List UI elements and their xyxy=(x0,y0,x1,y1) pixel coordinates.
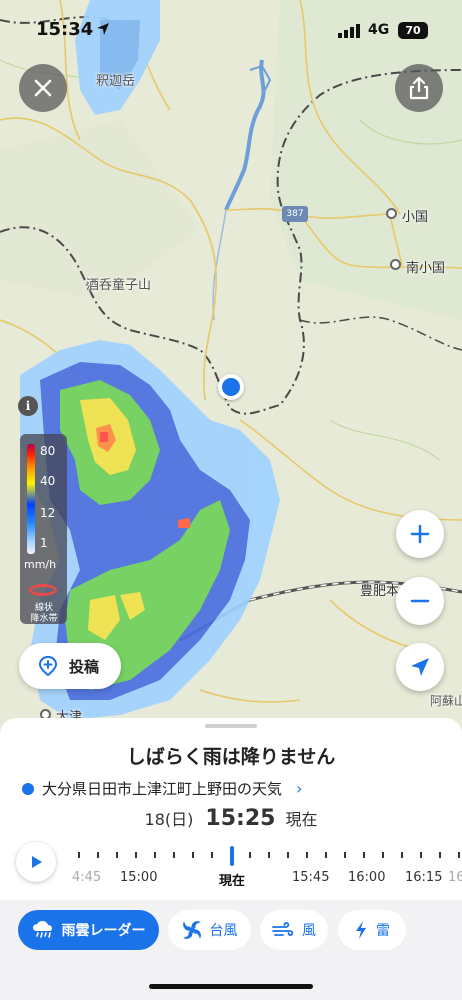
map-label-minamioguni: 南小国 xyxy=(406,261,446,276)
share-button[interactable] xyxy=(395,64,443,112)
radar-datetime: 18(日) 15:25 現在 xyxy=(0,806,462,831)
timeline-tick xyxy=(344,852,346,858)
map-label-shakadake: 釈迦岳 xyxy=(96,74,136,89)
status-time: 15:34 xyxy=(36,19,94,40)
city-dot-oguni xyxy=(386,208,397,219)
timeline-tick xyxy=(116,852,118,858)
rain-forecast-headline: しばらく雨は降りません xyxy=(126,746,336,768)
timeline-tick xyxy=(97,852,99,858)
timeline-tick xyxy=(192,852,194,858)
timeline-tick xyxy=(154,852,156,858)
map-base xyxy=(0,0,462,740)
status-bar: 15:34 4G 70 xyxy=(0,0,462,56)
home-indicator xyxy=(149,984,313,989)
timeline-tick xyxy=(382,852,384,858)
timeline-label: 16:15 xyxy=(405,870,443,885)
location-dot-icon xyxy=(22,782,34,795)
rain-radar-map[interactable]: 釈迦岳 酒呑童子山 小国 南小国 大津 豊肥本 阿蘇山 387 xyxy=(0,0,462,740)
post-button-label: 投稿 xyxy=(69,657,100,676)
tab-label: 風 xyxy=(302,923,316,939)
tab-wind[interactable]: 風 xyxy=(260,910,328,950)
minus-icon xyxy=(410,599,430,603)
legend-value-12: 12 xyxy=(40,506,56,520)
map-label-oguni: 小国 xyxy=(402,210,429,225)
chevron-right-icon: › xyxy=(296,779,303,798)
share-icon xyxy=(409,76,429,100)
close-button[interactable] xyxy=(19,64,67,112)
timeline-tick xyxy=(325,852,327,858)
post-report-button[interactable]: 投稿 xyxy=(19,643,121,689)
location-link[interactable]: 大分県日田市上津江町上野田の天気 › xyxy=(22,778,302,799)
tab-label: 雨雲レーダー xyxy=(61,923,146,939)
timeline-label: 15:45 xyxy=(292,870,330,885)
radar-date: 18(日) xyxy=(144,810,194,829)
map-label-hohi-line: 豊肥本 xyxy=(360,584,400,599)
timeline-label: 15:00 xyxy=(120,870,158,885)
legend-value-40: 40 xyxy=(40,474,56,488)
timeline-tick xyxy=(439,852,441,858)
post-pin-icon xyxy=(38,655,58,677)
timeline-label-now: 現在 xyxy=(219,874,246,886)
tab-thunder[interactable]: 雷 xyxy=(338,910,406,950)
forecast-sheet: しばらく雨は降りません 大分県日田市上津江町上野田の天気 › 18(日) 15:2… xyxy=(0,718,462,900)
timeline-label: 16 xyxy=(448,870,462,885)
timeline-tick xyxy=(401,852,403,858)
info-button[interactable]: i xyxy=(18,396,38,416)
legend-color-scale xyxy=(27,444,35,554)
zoom-in-button[interactable] xyxy=(396,510,444,558)
timeline-tick xyxy=(458,852,460,858)
battery-indicator: 70 xyxy=(398,22,428,39)
radar-now-label: 現在 xyxy=(285,810,318,829)
legend-value-80: 80 xyxy=(40,444,56,458)
typhoon-icon xyxy=(182,921,201,939)
timeline-tick xyxy=(363,852,365,858)
timeline-tick xyxy=(287,852,289,858)
rain-intensity-legend: 80 40 12 1 mm/h 線状 降水帯 xyxy=(20,434,67,624)
timeline-tick xyxy=(173,852,175,858)
current-location-button[interactable] xyxy=(396,643,444,691)
timeline-tick xyxy=(135,852,137,858)
map-label-aso: 阿蘇山 xyxy=(430,694,462,708)
rainband-ring-icon xyxy=(29,584,57,596)
legend-unit: mm/h xyxy=(24,558,57,571)
legend-band-label-2: 降水帯 xyxy=(30,614,58,624)
tab-rain-radar[interactable]: 雨雲レーダー xyxy=(18,910,159,950)
location-arrow-icon xyxy=(97,23,109,35)
timeline-tick xyxy=(249,852,251,858)
zoom-out-button[interactable] xyxy=(396,577,444,625)
radar-time: 15:25 xyxy=(205,806,276,831)
time-slider[interactable]: 4:45 15:00 現在 15:45 16:00 16:15 16 xyxy=(70,846,462,886)
timeline-tick xyxy=(306,852,308,858)
sheet-grabber[interactable] xyxy=(205,724,257,728)
timeline-label: 4:45 xyxy=(72,870,102,885)
map-label-shutendoji: 酒呑童子山 xyxy=(86,278,152,293)
plus-icon xyxy=(410,524,430,544)
tab-label: 雷 xyxy=(376,923,390,939)
navigation-arrow-icon xyxy=(411,658,429,676)
timeline-tick xyxy=(78,852,80,858)
tab-typhoon[interactable]: 台風 xyxy=(168,910,251,950)
timeline-label: 16:00 xyxy=(348,870,386,885)
current-location-marker xyxy=(218,374,244,400)
tab-label: 台風 xyxy=(209,923,238,939)
legend-value-1: 1 xyxy=(40,536,48,550)
play-icon xyxy=(32,856,42,868)
wind-icon xyxy=(272,922,294,936)
timeline-tick xyxy=(268,852,270,858)
timeline-tick xyxy=(211,852,213,858)
timeline-tick xyxy=(420,852,422,858)
network-type: 4G xyxy=(368,22,390,38)
signal-strength-icon xyxy=(338,24,360,38)
location-name: 大分県日田市上津江町上野田の天気 xyxy=(42,780,283,798)
timeline-cursor[interactable] xyxy=(230,846,234,866)
cloud-rain-icon xyxy=(32,921,52,938)
play-button[interactable] xyxy=(16,842,56,882)
lightning-icon xyxy=(356,921,366,939)
close-icon xyxy=(34,79,52,97)
city-dot-minamioguni xyxy=(390,259,401,270)
route-number-badge: 387 xyxy=(282,206,308,222)
